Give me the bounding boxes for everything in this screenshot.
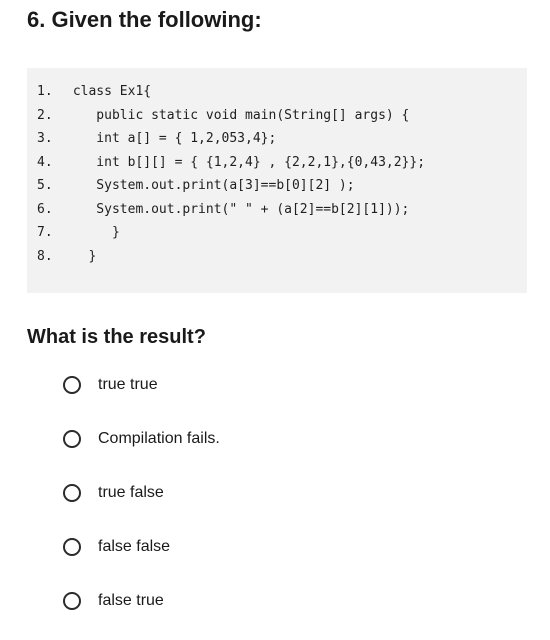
line-code: public static void main(String[] args) { xyxy=(65,107,410,123)
answer-option[interactable]: true false xyxy=(63,478,220,508)
code-line: 6. System.out.print(" " + (a[2]==b[2][1]… xyxy=(27,198,527,222)
line-number: 1. xyxy=(37,84,53,100)
radio-button[interactable] xyxy=(63,592,81,610)
answer-option[interactable]: Compilation fails. xyxy=(63,424,220,454)
answer-options: true true Compilation fails. true false … xyxy=(63,370,220,640)
answer-option[interactable]: false false xyxy=(63,532,220,562)
line-code: System.out.print(a[3]==b[0][2] ); xyxy=(65,178,355,194)
line-number: 3. xyxy=(37,131,53,147)
code-line: 7. } xyxy=(27,221,527,245)
answer-option-label[interactable]: true false xyxy=(98,484,164,502)
line-number: 8. xyxy=(37,248,53,264)
question-title: 6. Given the following: xyxy=(27,7,262,32)
answer-option-label[interactable]: false true xyxy=(98,592,164,610)
code-line: 4. int b[][] = { {1,2,4} , {2,2,1},{0,43… xyxy=(27,151,527,175)
answer-option[interactable]: true true xyxy=(63,370,220,400)
code-line: 5. System.out.print(a[3]==b[0][2] ); xyxy=(27,174,527,198)
line-number: 4. xyxy=(37,154,53,170)
answer-option-label[interactable]: false false xyxy=(98,538,170,556)
code-line: 1. class Ex1{ xyxy=(27,80,527,104)
line-number: 6. xyxy=(37,201,53,217)
radio-button[interactable] xyxy=(63,376,81,394)
code-block: 1. class Ex1{ 2. public static void main… xyxy=(27,68,527,293)
radio-button[interactable] xyxy=(63,430,81,448)
line-code: int b[][] = { {1,2,4} , {2,2,1},{0,43,2}… xyxy=(65,154,426,170)
code-line: 2. public static void main(String[] args… xyxy=(27,104,527,128)
line-code: } xyxy=(65,225,120,241)
answer-option[interactable]: false true xyxy=(63,586,220,616)
question-prompt: What is the result? xyxy=(27,326,206,348)
radio-button[interactable] xyxy=(63,484,81,502)
line-number: 5. xyxy=(37,178,53,194)
answer-option-label[interactable]: true true xyxy=(98,376,158,394)
answer-option-label[interactable]: Compilation fails. xyxy=(98,430,220,448)
line-number: 7. xyxy=(37,225,53,241)
line-code: } xyxy=(65,248,97,264)
line-number: 2. xyxy=(37,107,53,123)
line-code: System.out.print(" " + (a[2]==b[2][1])); xyxy=(65,201,410,217)
code-line: 3. int a[] = { 1,2,053,4}; xyxy=(27,127,527,151)
code-line: 8. } xyxy=(27,245,527,269)
line-code: class Ex1{ xyxy=(65,84,152,100)
radio-button[interactable] xyxy=(63,538,81,556)
line-code: int a[] = { 1,2,053,4}; xyxy=(65,131,277,147)
